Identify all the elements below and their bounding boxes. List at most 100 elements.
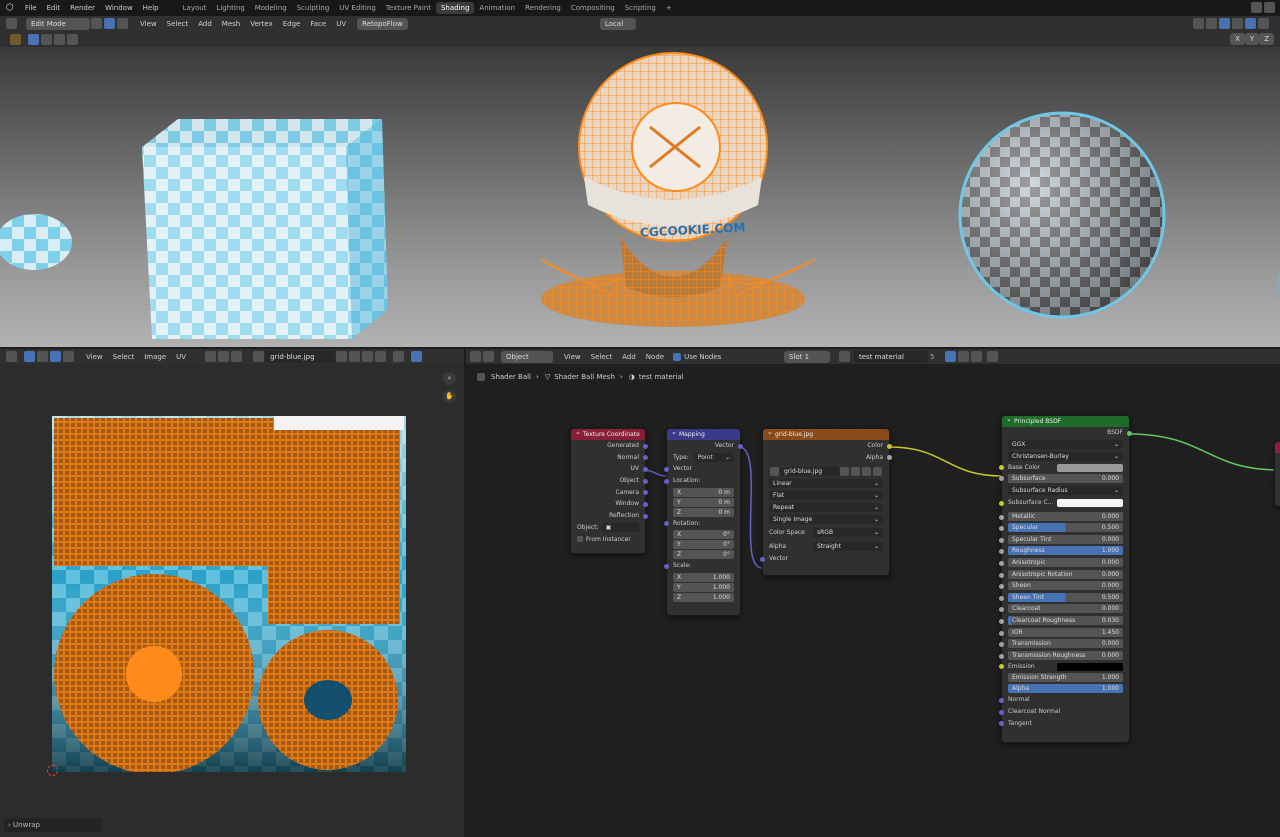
node-menu-node[interactable]: Node [641, 353, 669, 361]
object-field[interactable]: ▣ [601, 523, 639, 533]
socket[interactable] [760, 556, 765, 562]
param-field[interactable]: Specular Tint 0.000 [1008, 534, 1123, 544]
material-output-node[interactable] [1274, 440, 1280, 507]
tab-rendering[interactable]: Rendering [520, 2, 566, 14]
from-instancer-checkbox[interactable] [577, 536, 583, 543]
menu-face[interactable]: Face [305, 20, 331, 28]
subsurface-method-dropdown[interactable]: Christensen-Burley ⌄ [1008, 451, 1123, 461]
param-field[interactable]: Roughness 1.000 [1008, 546, 1123, 556]
socket[interactable] [664, 521, 669, 527]
menu-help[interactable]: Help [138, 4, 164, 12]
unlink-material-icon[interactable] [971, 351, 982, 362]
tab-scripting[interactable]: Scripting [620, 2, 661, 14]
socket[interactable] [738, 443, 743, 449]
node-header[interactable]: Texture Coordinate [571, 427, 645, 440]
socket[interactable] [999, 721, 1004, 727]
transform-orientation-dropdown[interactable]: Local [600, 17, 636, 30]
scene-icon[interactable] [1251, 2, 1262, 13]
blender-logo-icon[interactable]: ⬡ [6, 3, 14, 13]
socket[interactable] [999, 584, 1004, 590]
gizmo-icon[interactable] [1193, 18, 1204, 29]
axis-x-toggle[interactable]: X [1230, 33, 1245, 45]
image-browse-icon[interactable] [253, 351, 265, 362]
uv-menu-image[interactable]: Image [139, 353, 171, 361]
mode-dropdown[interactable]: Edit Mode [26, 17, 90, 30]
use-nodes-checkbox[interactable] [673, 352, 682, 361]
material-name[interactable]: test material [854, 350, 928, 363]
new-image-icon[interactable] [349, 351, 361, 362]
view-layer-icon[interactable] [1264, 2, 1275, 13]
socket[interactable] [887, 443, 892, 449]
select-new-icon[interactable] [28, 33, 39, 45]
param-field[interactable]: Sheen Tint 0.500 [1008, 592, 1123, 602]
uv-menu-uv[interactable]: UV [171, 353, 191, 361]
node-editor-type-icon[interactable] [470, 351, 481, 362]
tab-compositing[interactable]: Compositing [566, 2, 620, 14]
texture-coordinate-node[interactable]: Texture Coordinate Generated Normal UV Obje… [570, 427, 648, 554]
slot-dropdown[interactable]: Slot 1 [784, 350, 830, 363]
uv-edge-icon[interactable] [50, 351, 61, 362]
distribution-dropdown[interactable]: GGX ⌄ [1008, 439, 1123, 449]
socket[interactable] [999, 572, 1004, 578]
param-field[interactable]: IOR 1.450 [1008, 627, 1123, 637]
location-field[interactable]: X 0 m [673, 487, 734, 497]
new-image-icon[interactable] [851, 466, 860, 476]
shader-type-icon[interactable] [483, 351, 494, 362]
rotation-field[interactable]: Z 0° [673, 550, 734, 560]
menu-window[interactable]: Window [100, 4, 138, 12]
tab-animation[interactable]: Animation [474, 2, 520, 14]
socket[interactable] [999, 607, 1004, 613]
uv-face-icon[interactable] [63, 351, 74, 362]
image-name-field[interactable]: grid-blue.jpg [780, 466, 839, 476]
node-header[interactable]: Principled BSDF [1002, 414, 1129, 427]
scale-field[interactable]: Z 1.000 [673, 593, 734, 603]
socket[interactable] [643, 501, 648, 507]
scale-field[interactable]: Y 1.000 [673, 583, 734, 593]
socket[interactable] [999, 653, 1004, 659]
operator-panel[interactable]: › Unwrap [4, 818, 102, 832]
base-color-swatch[interactable] [1057, 463, 1123, 472]
uv-sync-icon[interactable] [24, 351, 35, 362]
socket[interactable] [999, 619, 1004, 624]
scale-field[interactable]: X 1.000 [673, 573, 734, 583]
socket[interactable] [664, 478, 669, 484]
image-texture-node[interactable]: grid-blue.jpg Color Alpha grid-blue.jpg … [760, 427, 892, 576]
fake-user-shield-icon[interactable] [945, 351, 956, 362]
node-header[interactable] [1275, 440, 1280, 453]
uv-vertex-icon[interactable] [37, 351, 48, 362]
param-field[interactable]: Emission Strength 1.000 [1008, 673, 1123, 683]
color-space-dropdown[interactable]: sRGB ⌄ [813, 528, 883, 538]
unlink-image-icon[interactable] [375, 351, 387, 362]
socket[interactable] [643, 478, 648, 484]
node-menu-select[interactable]: Select [586, 353, 618, 361]
2d-cursor-icon[interactable] [47, 765, 58, 776]
param-field[interactable]: Clearcoat Roughness 0.030 [1008, 616, 1123, 625]
axis-y-toggle[interactable]: Y [1244, 33, 1260, 45]
node-editor-area[interactable]: Shader Ball › ▽ Shader Ball Mesh › ◑ tes… [466, 364, 1280, 837]
editor-type-icon[interactable] [6, 18, 17, 29]
axis-z-toggle[interactable]: Z [1259, 33, 1274, 45]
vertex-select-icon[interactable] [91, 18, 102, 29]
menu-render[interactable]: Render [65, 4, 100, 12]
pin-icon[interactable] [393, 351, 405, 362]
subsurface-color-swatch[interactable] [1057, 499, 1123, 508]
menu-edge[interactable]: Edge [278, 20, 306, 28]
socket[interactable] [999, 514, 1004, 520]
node-menu-view[interactable]: View [559, 353, 586, 361]
menu-vertex[interactable]: Vertex [245, 20, 278, 28]
material-browse-icon[interactable] [839, 351, 850, 362]
open-image-icon[interactable] [362, 351, 374, 362]
uv-display-icon[interactable] [411, 351, 423, 362]
param-field[interactable]: Metallic 0.000 [1008, 511, 1123, 521]
location-field[interactable]: Z 0 m [673, 507, 734, 517]
location-field[interactable]: Y 0 m [673, 497, 734, 507]
pivot-icon[interactable] [205, 351, 217, 362]
socket[interactable] [999, 561, 1004, 567]
add-workspace-icon[interactable]: + [661, 2, 677, 14]
select-subtract-icon[interactable] [54, 33, 65, 45]
param-field[interactable]: Sheen 0.000 [1008, 581, 1123, 591]
pin-node-tree-icon[interactable] [987, 351, 998, 362]
source-dropdown[interactable]: Single Image ⌄ [769, 515, 883, 525]
param-field[interactable]: Clearcoat 0.000 [1008, 604, 1123, 614]
principled-bsdf-node[interactable]: Principled BSDF BSDF GGX⌄ Christensen-Bu… [999, 414, 1132, 743]
